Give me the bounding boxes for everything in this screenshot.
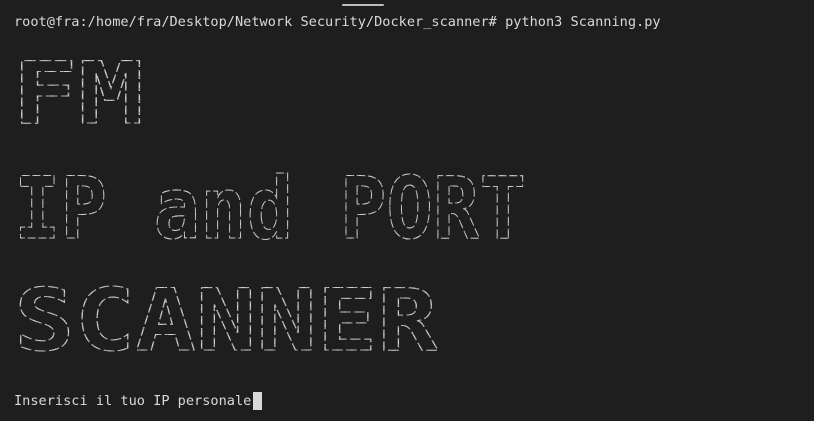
banner-line-1-inner: FM	[12, 44, 144, 144]
input-line[interactable]: Inserisci il tuo IP personale	[14, 391, 263, 411]
banner-line-3-inner: SCANNER	[14, 271, 438, 371]
scroll-indicator	[342, 4, 384, 6]
ascii-banner-art: FM FM IP and PORT IP and PORT SCANNER SC…	[11, 43, 526, 371]
input-prompt: Inserisci il tuo IP personale	[14, 393, 252, 409]
terminal-window[interactable]: root@fra:/home/fra/Desktop/Network Secur…	[0, 0, 814, 421]
text-cursor[interactable]	[253, 392, 263, 410]
banner-line-2-inner: IP and PORT	[14, 159, 526, 259]
shell-prompt: root@fra:/home/fra/Desktop/Network Secur…	[14, 14, 497, 30]
command-line: root@fra:/home/fra/Desktop/Network Secur…	[14, 12, 661, 32]
ascii-banner: FM FM IP and PORT IP and PORT SCANNER SC…	[11, 43, 572, 371]
executed-command: python3 Scanning.py	[505, 14, 661, 30]
